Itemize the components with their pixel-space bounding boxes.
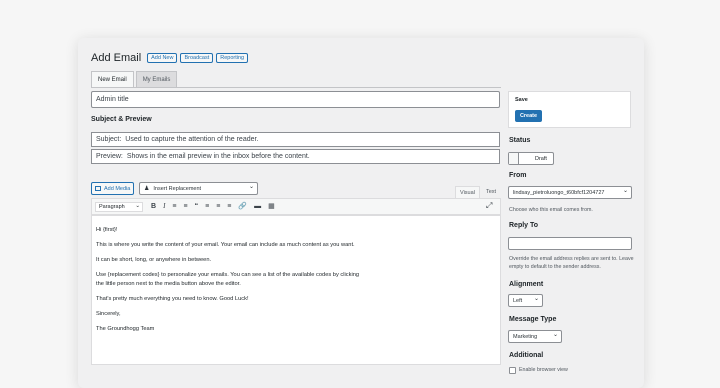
page-title: Add Email	[91, 52, 142, 64]
toolbar-toggle-icon[interactable]: ▦	[268, 203, 275, 210]
from-select[interactable]: lindsay_pietroluongo_t60bfcf1204727 ⌄	[508, 186, 632, 199]
preview-label: Preview:	[96, 153, 123, 160]
numbered-list-icon[interactable]: ≡	[184, 203, 188, 210]
alignment-select-value: Left	[513, 297, 523, 304]
status-toggle[interactable]: Draft	[508, 152, 554, 165]
from-hint: Choose who this email comes from.	[509, 207, 593, 213]
subject-preview-heading: Subject & Preview	[91, 116, 152, 123]
chevron-down-icon: ⌄	[135, 202, 140, 209]
from-select-value: lindsay_pietroluongo_t60bfcf1204727	[513, 189, 605, 196]
reply-to-input[interactable]	[508, 237, 632, 250]
toggle-knob	[509, 153, 519, 164]
editor-paragraph: Sincerely,	[96, 311, 121, 317]
chevron-down-icon: ⌄	[248, 184, 254, 190]
message-type-label: Message Type	[509, 316, 557, 323]
horizontal-rule-icon[interactable]: ▬	[254, 203, 261, 210]
editor-paragraph: Hi {first}!	[96, 227, 118, 233]
media-icon	[95, 186, 101, 191]
italic-icon[interactable]: I	[163, 203, 165, 210]
editor-paragraph: The Groundhogg Team	[96, 326, 155, 332]
from-label: From	[509, 172, 527, 179]
bold-icon[interactable]: B	[151, 203, 156, 210]
blockquote-icon[interactable]: “	[195, 203, 199, 210]
add-media-button[interactable]: Add Media	[91, 182, 135, 195]
email-content-editor[interactable]: Hi {first}! This is where you write the …	[91, 215, 501, 365]
admin-title-placeholder: Admin title	[96, 96, 129, 103]
preview-placeholder: Shows in the email preview in the inbox …	[126, 153, 310, 160]
chevron-down-icon: ⌄	[533, 296, 539, 302]
align-left-icon[interactable]: ≡	[205, 203, 209, 210]
save-heading: Save	[515, 97, 528, 103]
tab-text[interactable]: Text	[482, 186, 500, 198]
format-select[interactable]: Paragraph ⌄	[95, 201, 143, 212]
tab-visual[interactable]: Visual	[455, 186, 480, 198]
tab-new-email[interactable]: New Email	[91, 71, 134, 88]
reply-to-hint: Override the email address replies are s…	[509, 256, 634, 270]
reply-to-label: Reply To	[509, 222, 539, 229]
editor-toolbar: Paragraph ⌄ B I ≡ ≡ “ ≡ ≡ ≡ 🔗 ▬ ▦	[91, 198, 501, 215]
add-media-label: Add Media	[104, 185, 131, 192]
reporting-button[interactable]: Reporting	[216, 53, 249, 63]
add-new-button[interactable]: Add New	[147, 53, 178, 63]
tab-divider	[91, 87, 501, 88]
format-select-value: Paragraph	[99, 203, 125, 210]
tab-my-emails[interactable]: My Emails	[135, 71, 178, 87]
tab-bar: New Email My Emails	[91, 71, 179, 88]
subject-placeholder: Used to capture the attention of the rea…	[125, 136, 259, 143]
header-row: Add Email Add New Broadcast Reporting	[91, 52, 251, 64]
align-center-icon[interactable]: ≡	[216, 203, 220, 210]
editor-paragraph: Use {replacement codes} to personalize y…	[96, 272, 360, 287]
status-label: Status	[509, 137, 531, 144]
additional-label: Additional	[509, 352, 544, 359]
editor-paragraph: This is where you write the content of y…	[96, 242, 355, 248]
browser-view-checkbox[interactable]	[509, 367, 516, 374]
message-type-select[interactable]: Marketing ⌄	[508, 330, 562, 343]
broadcast-button[interactable]: Broadcast	[180, 53, 214, 63]
chevron-down-icon: ⌄	[552, 332, 558, 338]
bullet-list-icon[interactable]: ≡	[172, 203, 176, 210]
person-icon: ♟	[144, 186, 150, 192]
admin-title-input[interactable]: Admin title	[91, 91, 500, 108]
replacement-select[interactable]: ♟ Insert Replacement ⌄	[139, 182, 258, 195]
subject-label: Subject:	[96, 136, 122, 143]
editor-paragraph: It can be short, long, or anywhere in be…	[96, 257, 212, 263]
status-value: Draft	[535, 155, 547, 162]
chevron-down-icon: ⌄	[622, 188, 628, 194]
message-type-select-value: Marketing	[513, 333, 538, 340]
editor-paragraph: That's pretty much everything you need t…	[96, 296, 249, 302]
fullscreen-icon[interactable]: ⤢	[486, 201, 492, 211]
replacement-select-value: Insert Replacement	[153, 185, 202, 192]
save-box: Save Create	[508, 91, 631, 128]
link-icon[interactable]: 🔗	[238, 203, 247, 210]
subject-field[interactable]: Subject: Used to capture the attention o…	[91, 132, 500, 147]
align-right-icon[interactable]: ≡	[227, 203, 231, 210]
create-button[interactable]: Create	[515, 110, 542, 122]
alignment-label: Alignment	[509, 281, 544, 288]
preview-field[interactable]: Preview: Shows in the email preview in t…	[91, 149, 500, 164]
alignment-select[interactable]: Left ⌄	[508, 294, 543, 307]
browser-view-label: Enable browser view	[519, 367, 568, 373]
